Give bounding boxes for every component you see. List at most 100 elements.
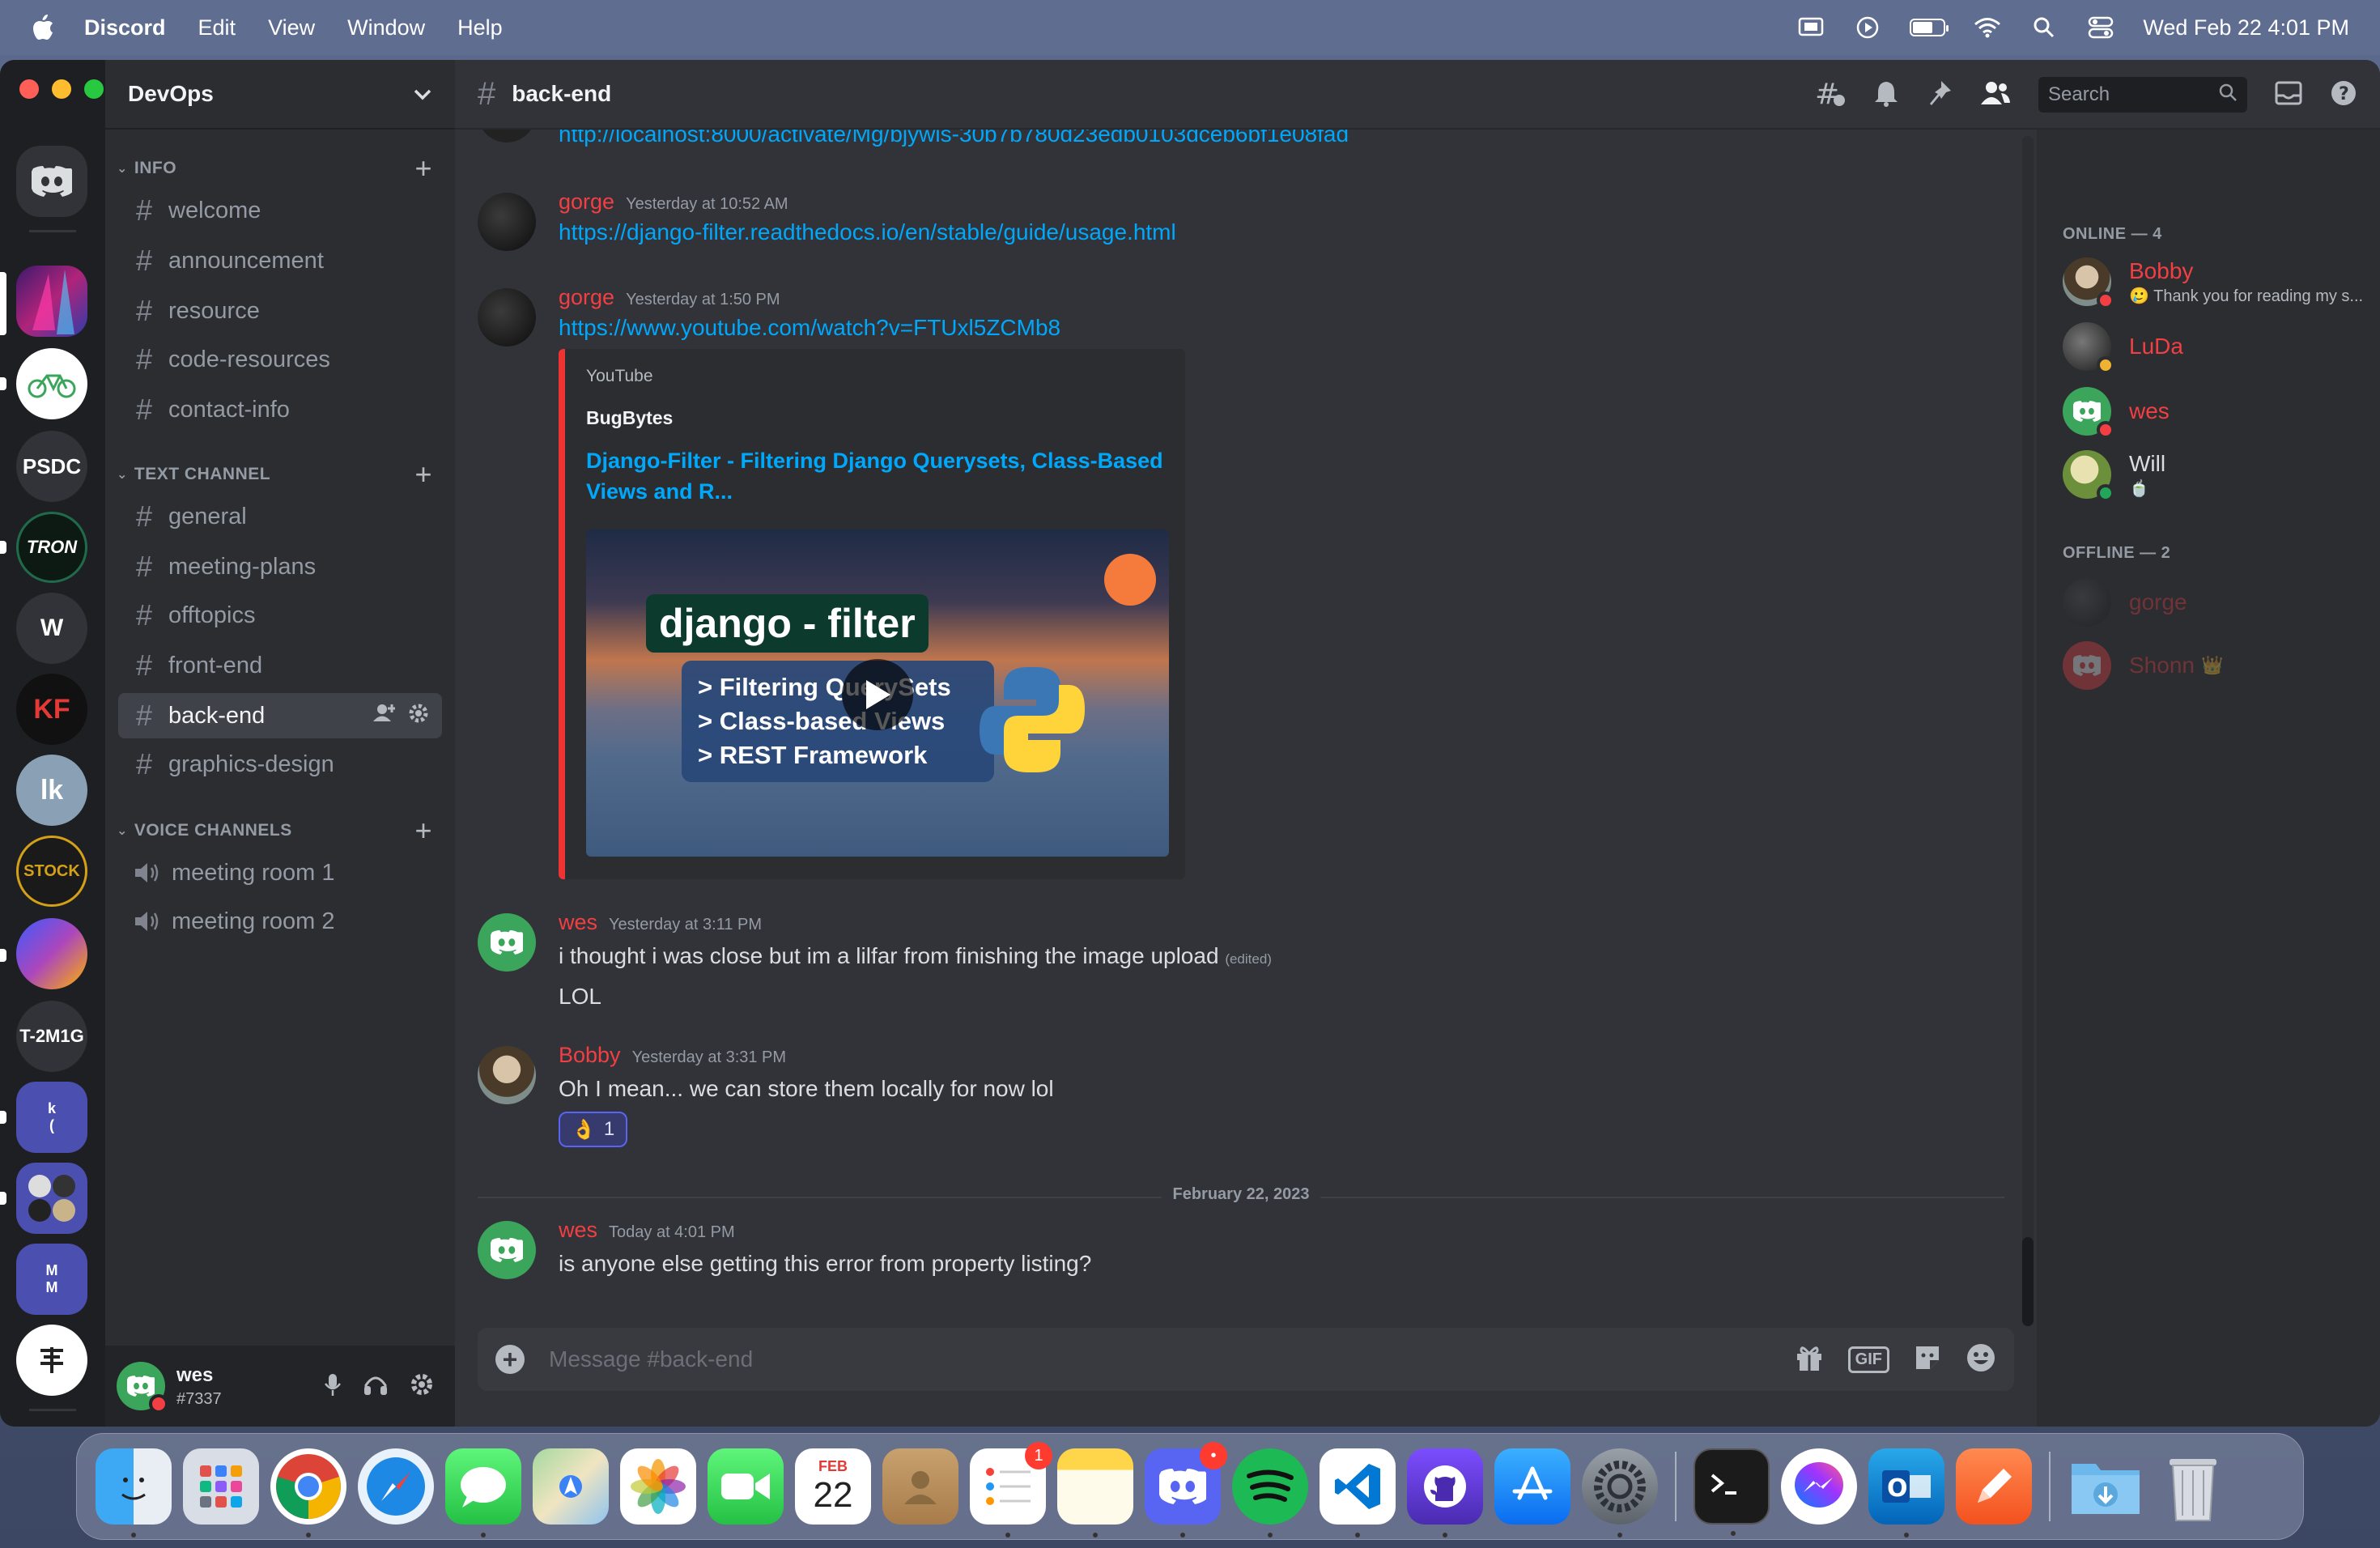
dock-safari[interactable] [358, 1448, 434, 1525]
message-author[interactable]: Bobby [559, 1043, 621, 1068]
channel-meeting-plans[interactable]: # meeting-plans [118, 544, 442, 589]
channel-front-end[interactable]: # front-end [118, 643, 442, 688]
channel-resource[interactable]: # resource [118, 288, 442, 334]
server-folder-b[interactable] [16, 1163, 87, 1234]
close-window-button[interactable] [19, 79, 39, 99]
dock-app-store[interactable] [1494, 1448, 1570, 1525]
menu-app-discord[interactable]: Discord [84, 15, 166, 40]
voice-channel-meeting-room-2[interactable]: meeting room 2 [118, 899, 442, 944]
play-video-button[interactable] [842, 659, 913, 730]
member-gorge[interactable]: gorge [2063, 576, 2367, 628]
sticker-icon[interactable] [1914, 1344, 1941, 1376]
dock-messages[interactable] [445, 1448, 521, 1537]
embed-provider[interactable]: YouTube [586, 367, 1164, 386]
embed-author[interactable]: BugBytes [586, 407, 1164, 429]
server-bike[interactable] [16, 348, 87, 419]
invite-member-icon[interactable] [372, 703, 396, 729]
server-kf[interactable]: KF [16, 674, 87, 745]
menubar-clock[interactable]: Wed Feb 22 4:01 PM [2143, 15, 2349, 40]
server-cube[interactable] [16, 918, 87, 989]
dock-facetime[interactable] [708, 1448, 784, 1525]
help-icon[interactable]: ? [2330, 79, 2357, 111]
microphone-icon[interactable] [324, 1372, 342, 1401]
server-folder-c[interactable]: M M [16, 1244, 87, 1315]
pinned-messages-icon[interactable] [1927, 79, 1953, 111]
dock-trash[interactable] [2155, 1448, 2231, 1525]
video-thumbnail[interactable]: django - filter > Filtering QuerySets > … [586, 529, 1169, 857]
notification-bell-icon[interactable] [1873, 79, 1899, 111]
create-channel-plus-icon[interactable]: + [414, 457, 432, 491]
member-bobby[interactable]: Bobby 🥲 Thank you for reading my s... [2063, 256, 2367, 309]
threads-icon[interactable]: # [1815, 78, 1846, 111]
member-list-icon[interactable] [1980, 80, 2011, 110]
message-author[interactable]: wes [559, 1218, 597, 1243]
dock-notes[interactable] [1057, 1448, 1133, 1537]
member-will[interactable]: Will 🍵 [2063, 449, 2367, 502]
channel-contact-info[interactable]: # contact-info [118, 387, 442, 432]
dock-terminal[interactable] [1694, 1448, 1770, 1536]
server-folder-a[interactable]: k ( [16, 1082, 87, 1153]
dock-calendar[interactable]: FEB 22 [795, 1448, 871, 1525]
scrollbar-thumb[interactable] [2022, 1237, 2034, 1326]
channel-code-resources[interactable]: # code-resources [118, 337, 442, 382]
reaction-button[interactable]: 👌 1 [559, 1112, 628, 1147]
category-voice-channels[interactable]: ⌄ VOICE CHANNELS + [113, 814, 447, 847]
embed-title[interactable]: Django-Filter - Filtering Django Queryse… [586, 445, 1169, 507]
dock-github-desktop[interactable] [1407, 1448, 1483, 1537]
server-stock[interactable]: STOCK [16, 836, 87, 907]
emoji-picker-icon[interactable] [1966, 1342, 1996, 1377]
member-luda[interactable]: LuDa [2063, 321, 2367, 374]
category-text-channel[interactable]: ⌄ TEXT CHANNEL + [113, 457, 447, 491]
control-center-icon[interactable] [2086, 15, 2115, 40]
channel-graphics-design[interactable]: # graphics-design [118, 742, 442, 787]
dock-outlook[interactable]: O [1868, 1448, 1944, 1537]
gift-icon[interactable] [1795, 1344, 1824, 1376]
dock-maps[interactable] [533, 1448, 609, 1525]
dock-finder[interactable] [96, 1448, 172, 1537]
apple-icon[interactable] [31, 14, 55, 41]
play-circle-icon[interactable] [1853, 15, 1882, 40]
menu-edit[interactable]: Edit [198, 15, 236, 40]
attach-plus-button[interactable]: + [495, 1345, 525, 1374]
message-author[interactable]: gorge [559, 285, 614, 310]
dock-vscode[interactable] [1320, 1448, 1396, 1537]
message-author[interactable]: gorge [559, 189, 614, 215]
user-settings-gear-icon[interactable] [410, 1372, 434, 1401]
dock-sketch-app[interactable] [1956, 1448, 2032, 1525]
battery-icon[interactable] [1910, 19, 1949, 36]
server-w[interactable]: W [16, 593, 87, 664]
member-wes[interactable]: wes [2063, 385, 2367, 439]
avatar-gorge[interactable] [478, 193, 536, 251]
inbox-icon[interactable] [2275, 81, 2302, 109]
category-info[interactable]: ⌄ INFO + [113, 151, 447, 185]
server-lk[interactable]: lk [16, 755, 87, 826]
message-link[interactable]: https://django-filter.readthedocs.io/en/… [559, 219, 2004, 245]
dock-chrome[interactable] [270, 1448, 346, 1537]
message-input[interactable]: Message #back-end [549, 1346, 753, 1372]
server-t2m1g[interactable]: T-2M1G [16, 1001, 87, 1072]
member-shonn[interactable]: Shonn 👑 [2063, 640, 2367, 691]
message-link[interactable]: https://www.youtube.com/watch?v=FTUxl5ZC… [559, 315, 2004, 341]
menu-view[interactable]: View [268, 15, 315, 40]
wifi-icon[interactable] [1973, 15, 2002, 40]
server-devops[interactable] [16, 266, 87, 337]
channel-settings-gear-icon[interactable] [408, 703, 429, 729]
avatar-wes[interactable] [478, 913, 536, 972]
dock-downloads-folder[interactable] [2068, 1448, 2144, 1525]
user-avatar[interactable] [117, 1362, 168, 1414]
server-header[interactable]: DevOps [105, 60, 455, 130]
channel-welcome[interactable]: # welcome [118, 188, 442, 233]
dock-messenger[interactable] [1781, 1448, 1857, 1525]
search-input[interactable]: Search [2038, 77, 2247, 113]
home-direct-messages-button[interactable] [16, 146, 87, 217]
dock-spotify[interactable] [1232, 1448, 1308, 1537]
server-dev[interactable] [16, 1325, 87, 1396]
avatar-wes[interactable] [478, 1221, 536, 1279]
zoom-window-button[interactable] [84, 79, 104, 99]
dock-reminders[interactable]: 1 [970, 1442, 1052, 1537]
channel-offtopics[interactable]: # offtopics [118, 593, 442, 638]
channel-general[interactable]: # general [118, 494, 442, 539]
server-tron[interactable]: TRON [16, 512, 87, 583]
server-psdc[interactable]: PSDC [16, 431, 87, 502]
message-author[interactable]: wes [559, 910, 597, 935]
